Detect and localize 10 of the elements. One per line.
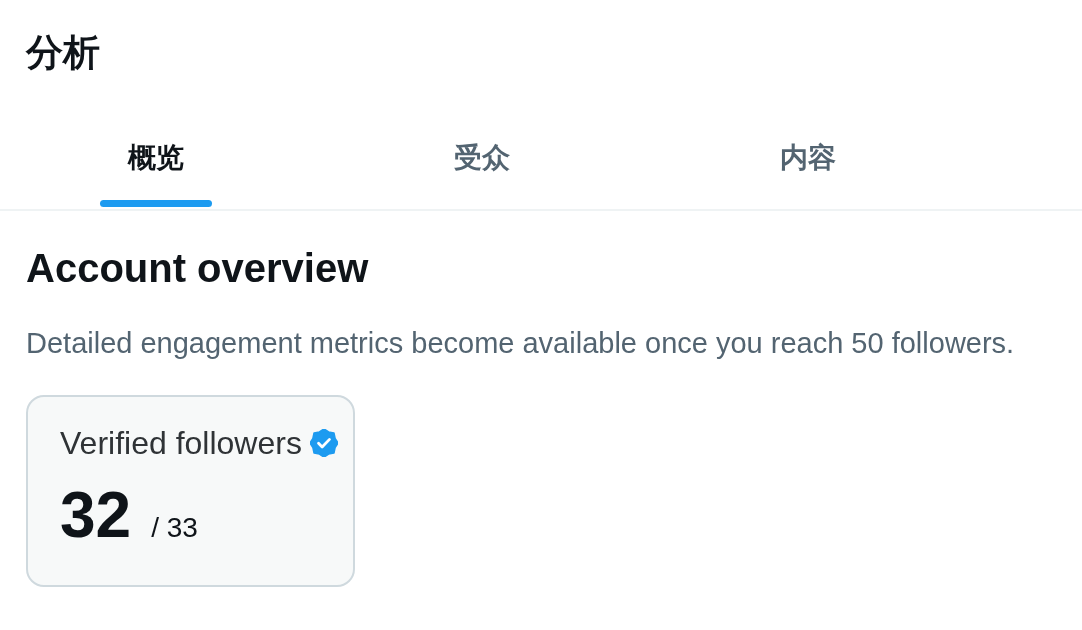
tab[interactable]: 受众: [319, 105, 645, 209]
tab[interactable]: 内容: [645, 105, 971, 209]
page-title: 分析: [26, 30, 100, 75]
stat-label: Verified followers: [60, 424, 302, 462]
tab[interactable]: 概览: [0, 105, 319, 209]
stat-value: 32: [60, 482, 132, 548]
section-heading: Account overview: [26, 245, 369, 292]
verified-badge-icon: [309, 429, 338, 457]
stat-total: / 33: [151, 511, 198, 545]
section-description: Detailed engagement metrics become available once you reach 50 followers.: [26, 326, 1015, 360]
